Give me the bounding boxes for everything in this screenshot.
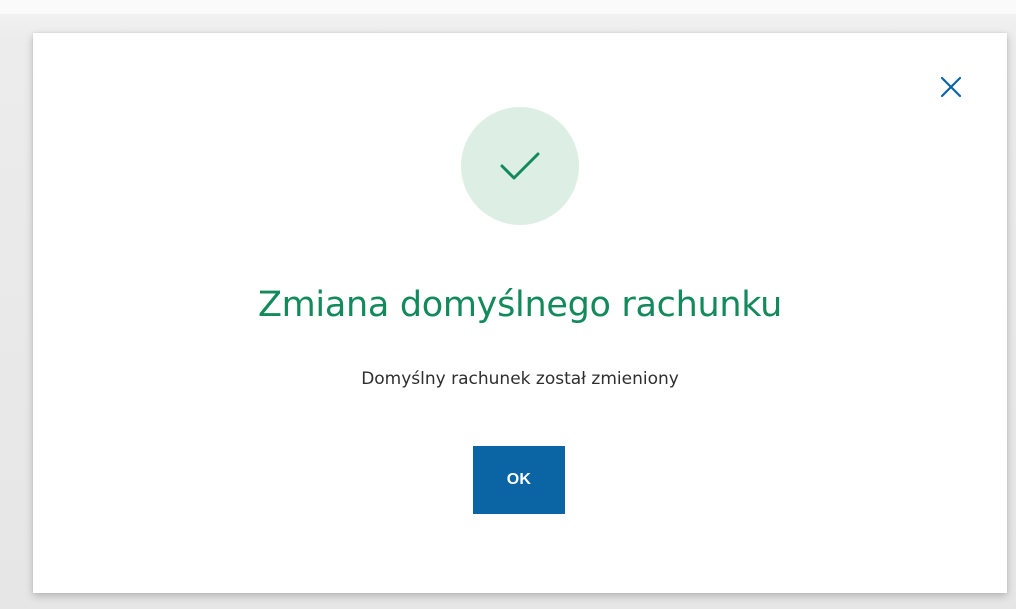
success-dialog: Zmiana domyślnego rachunku Domyślny rach… [33, 33, 1007, 593]
success-status-circle [461, 107, 579, 225]
close-icon [940, 76, 962, 98]
ok-button[interactable]: OK [473, 446, 565, 514]
dialog-title: Zmiana domyślnego rachunku [257, 285, 783, 325]
dialog-message: Domyślny rachunek został zmieniony [361, 369, 679, 389]
close-button[interactable] [937, 73, 965, 101]
page-top-strip [0, 0, 1016, 14]
checkmark-icon [500, 152, 540, 180]
